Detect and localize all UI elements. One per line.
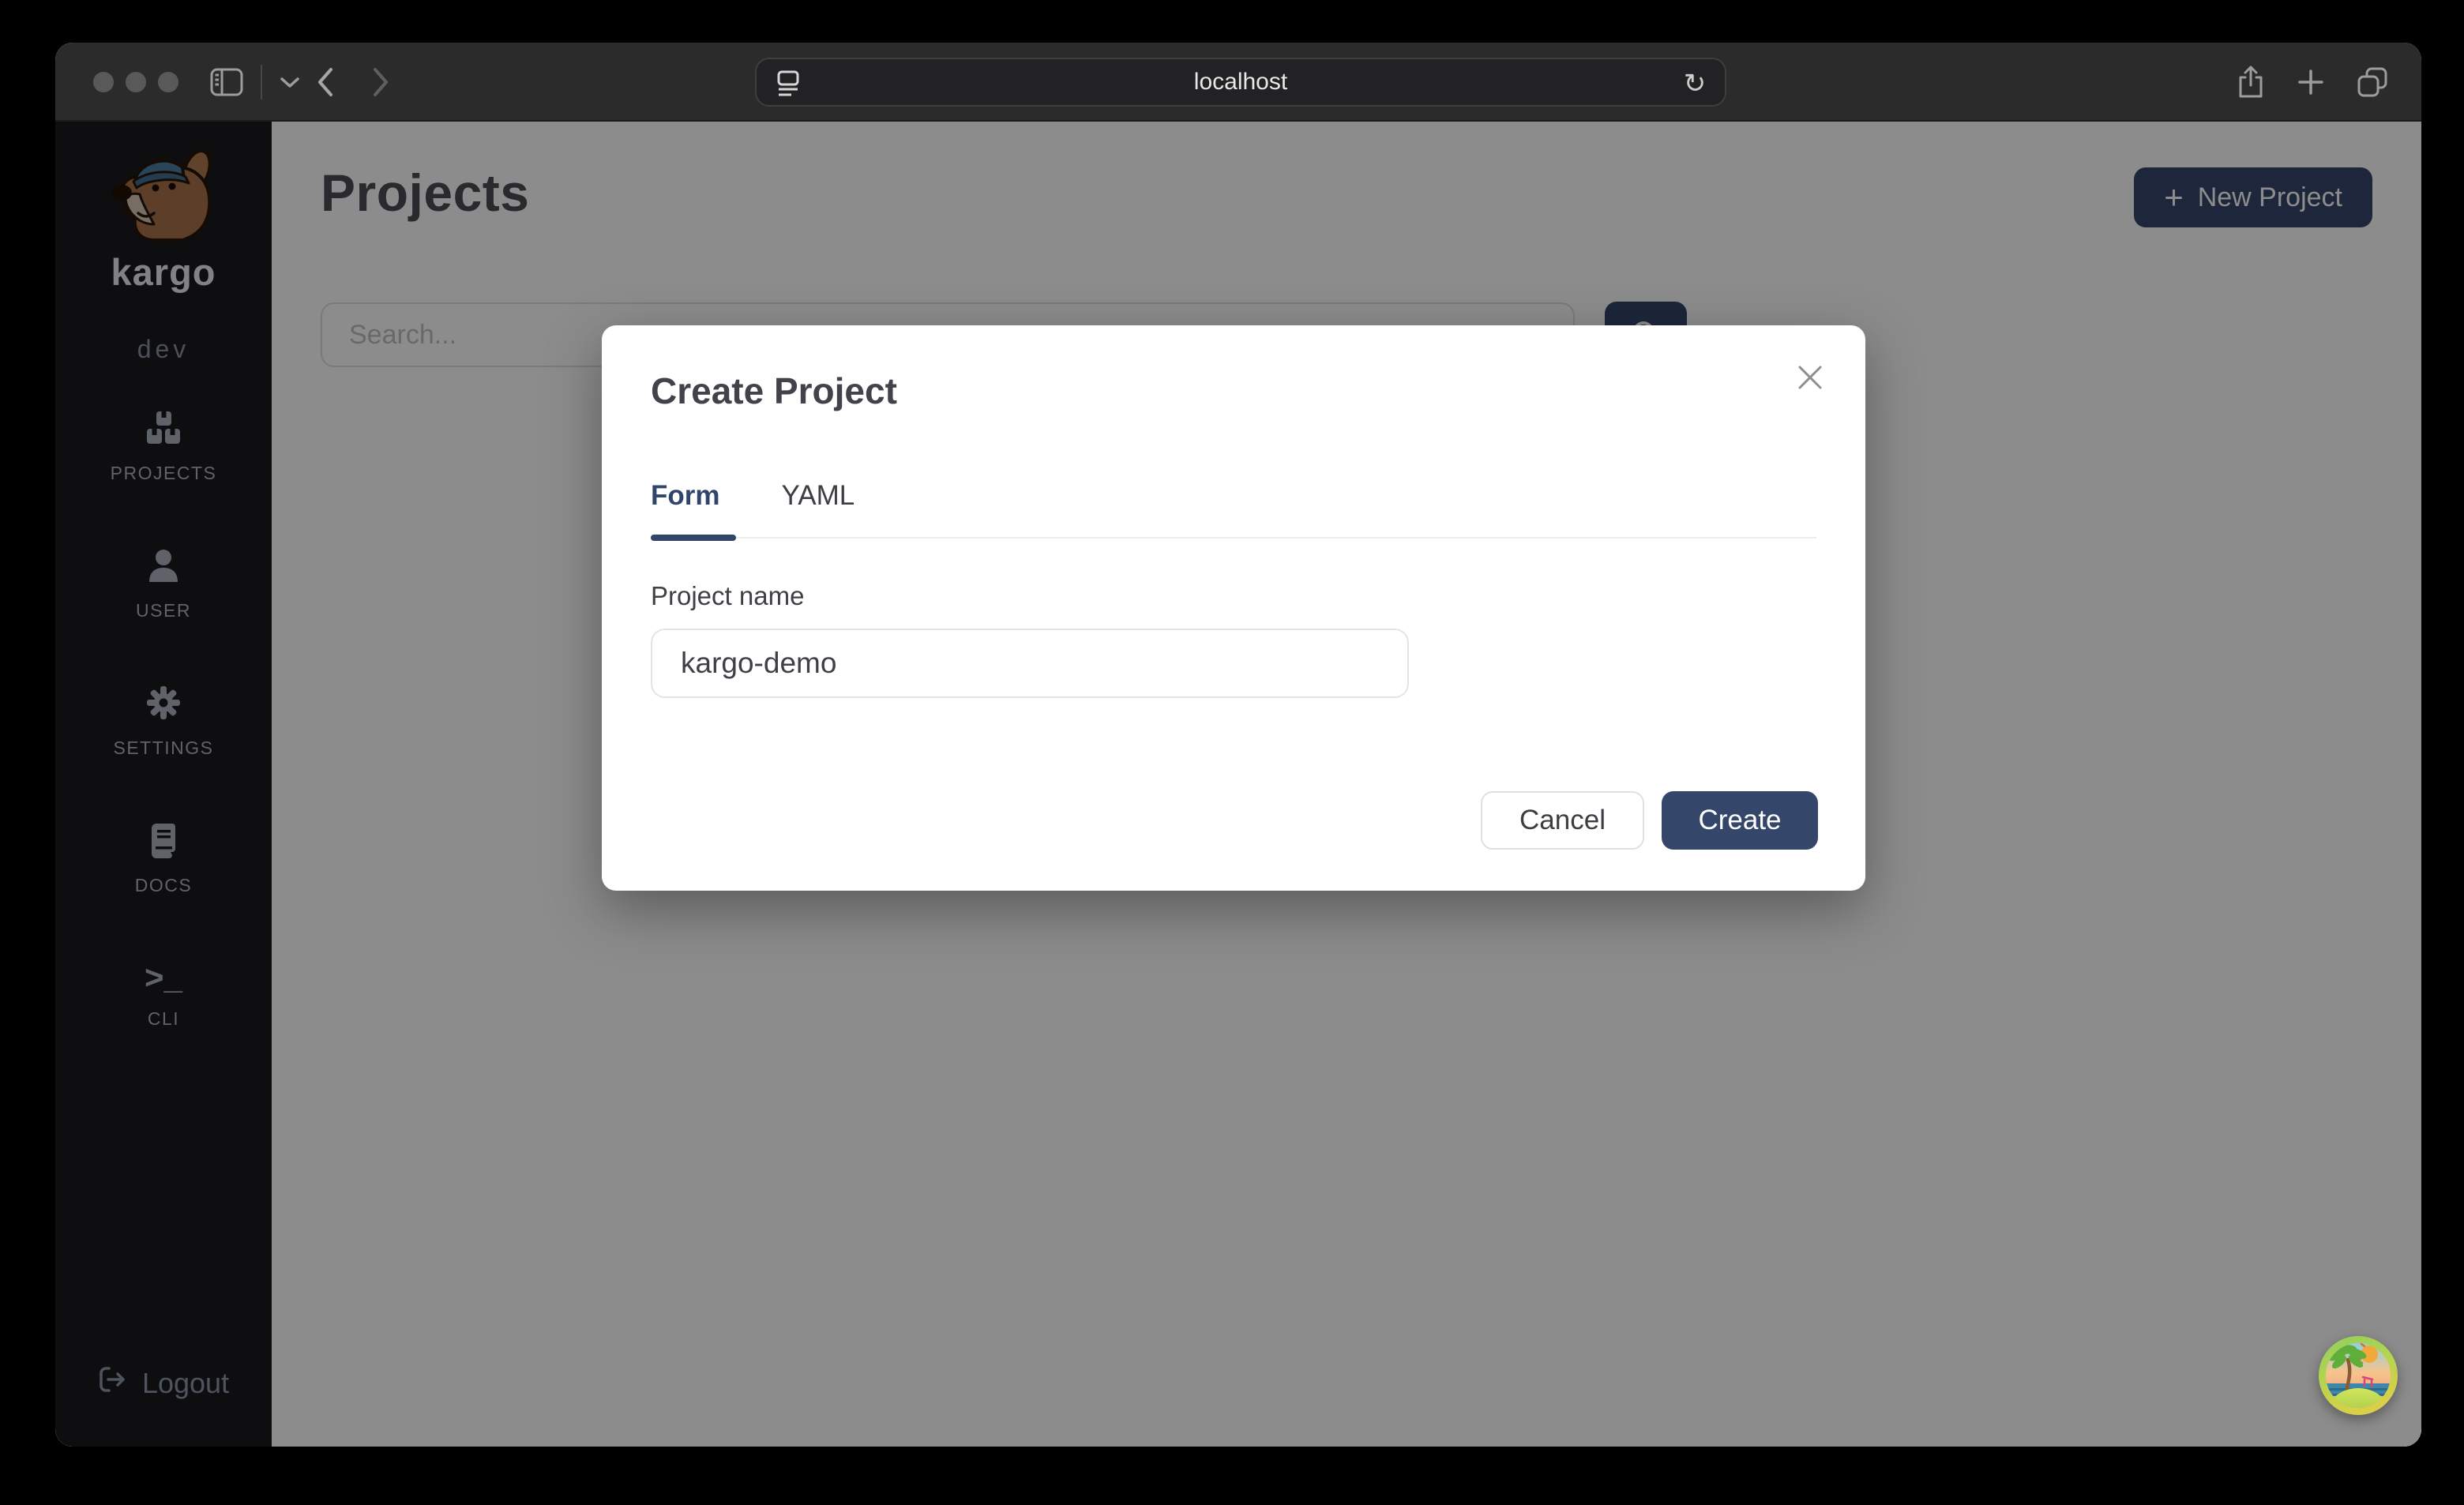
share-icon[interactable] — [2237, 66, 2265, 99]
project-name-label: Project name — [651, 581, 1816, 611]
minimize-window-button[interactable] — [126, 72, 146, 92]
toolbar-divider — [261, 65, 262, 99]
new-tab-icon[interactable] — [2297, 68, 2325, 96]
modal-title: Create Project — [651, 370, 1816, 412]
tab-overview-icon[interactable] — [2357, 66, 2388, 98]
back-icon[interactable] — [316, 66, 335, 98]
tab-form[interactable]: Form — [651, 480, 720, 512]
project-name-input[interactable] — [651, 629, 1409, 698]
active-tab-indicator — [651, 535, 736, 541]
address-bar[interactable]: localhost ↻ — [755, 58, 1726, 107]
close-icon[interactable] — [1790, 357, 1831, 398]
cancel-button[interactable]: Cancel — [1481, 791, 1644, 850]
reload-icon[interactable]: ↻ — [1677, 66, 1712, 101]
window-controls — [93, 72, 178, 92]
forward-icon[interactable] — [371, 66, 390, 98]
close-window-button[interactable] — [93, 72, 114, 92]
page-format-icon[interactable] — [774, 69, 802, 98]
browser-window: localhost ↻ — [55, 43, 2421, 1447]
create-button[interactable]: Create — [1662, 791, 1818, 850]
zoom-window-button[interactable] — [158, 72, 178, 92]
sidebar-toggle-icon[interactable] — [210, 68, 243, 96]
modal-footer: Cancel Create — [1481, 791, 1818, 850]
tab-yaml[interactable]: YAML — [782, 480, 855, 512]
vacation-island-badge[interactable] — [2319, 1336, 2398, 1415]
address-url[interactable]: localhost — [757, 69, 1725, 96]
create-project-modal: Create Project Form YAML Project name Ca… — [602, 325, 1865, 891]
browser-toolbar: localhost ↻ — [55, 43, 2421, 122]
modal-tabs: Form YAML — [651, 480, 1816, 512]
tabs-divider — [651, 537, 1816, 539]
chevron-down-icon[interactable] — [280, 76, 300, 88]
